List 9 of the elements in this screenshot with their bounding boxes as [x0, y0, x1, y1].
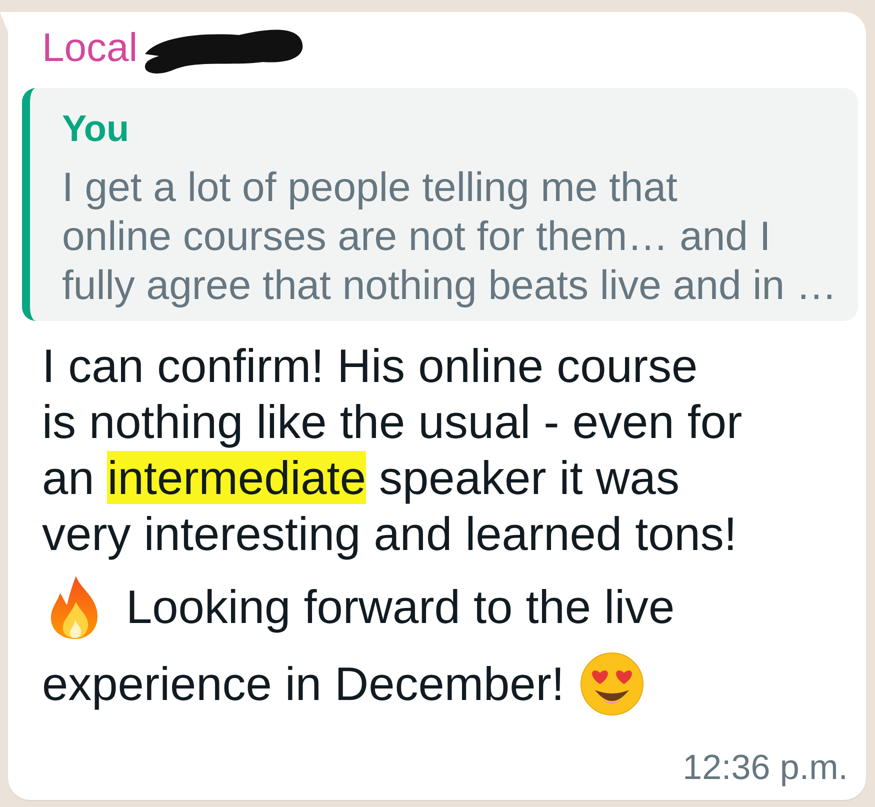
quoted-message[interactable]: You I get a lot of people telling me that online courses are not for them… and I fully agree that nothing beats live and in …	[22, 88, 858, 321]
quoted-message-text: I get a lot of people telling me that online courses are not for them… and I fully agree that nothing beats live and in …	[62, 163, 837, 310]
quoted-author: You	[62, 107, 130, 151]
message-text: I can confirm! His online course is nothing like the usual - even for an intermediate speaker it was very interesting and learned tons!	[42, 338, 742, 562]
message-text: experience in December!	[42, 656, 564, 712]
sender-name: Local	[42, 25, 138, 72]
message-text: Looking forward to the live	[126, 579, 675, 635]
message-time: 12:36 p.m.	[682, 748, 849, 788]
heart-eyes-emoji-icon	[580, 652, 644, 716]
